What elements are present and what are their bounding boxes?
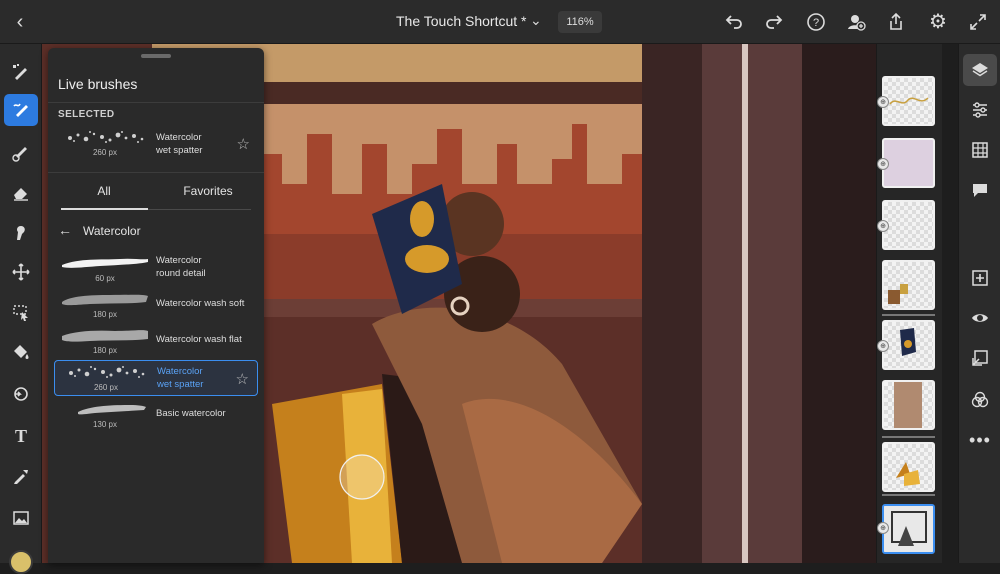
favorite-star-icon[interactable]: ☆ [237, 135, 250, 153]
brush-item[interactable]: 180 px Watercolor wash soft [54, 288, 258, 324]
layer-thumbnail[interactable] [882, 380, 935, 430]
fill-icon[interactable] [4, 336, 38, 368]
brush-item-selected[interactable]: 260 px Watercolor wet spatter ☆ [54, 360, 258, 396]
selection-icon[interactable] [4, 296, 38, 328]
brush-size: 260 px [93, 383, 119, 392]
selected-section-label: SELECTED [58, 109, 115, 120]
undo-icon[interactable] [722, 10, 746, 34]
brush-name-line1: Basic watercolor [156, 408, 226, 419]
brush-stroke-preview [78, 405, 146, 415]
document-title[interactable]: The Touch Shortcut * [396, 13, 526, 29]
spatter-stroke-preview [69, 366, 145, 378]
brush-size: 180 px [92, 310, 118, 319]
liquify-icon[interactable] [4, 378, 38, 410]
selected-brush[interactable]: 260 px Watercolor wet spatter ☆ [54, 126, 258, 162]
layer-thumbnail[interactable] [882, 76, 935, 126]
brush-stroke-preview [62, 330, 148, 342]
brush-name-line1: Watercolor [156, 255, 202, 266]
layer-preview [900, 328, 916, 356]
panel-grabber[interactable] [141, 54, 171, 58]
vector-brush-icon[interactable] [4, 136, 38, 168]
share-icon[interactable] [884, 10, 908, 34]
layer-preview [888, 284, 908, 304]
layer-thumbnail[interactable] [882, 320, 935, 370]
layer-preview [889, 97, 929, 105]
category-title: Watercolor [83, 224, 141, 238]
layer-preview [884, 506, 933, 552]
brush-name-line1: Watercolor wash soft [156, 298, 245, 309]
brush-name-line2: wet spatter [156, 145, 203, 156]
smudge-icon[interactable] [4, 216, 38, 248]
panel-title: Live brushes [58, 76, 138, 92]
layer-group-separator [882, 314, 935, 316]
brush-size: 60 px [95, 274, 115, 283]
brush-size: 130 px [92, 420, 118, 429]
layer-group-separator [882, 436, 935, 438]
top-bar: ‹ The Touch Shortcut * ⌄ 116% ? ⚙ [0, 0, 1000, 44]
visibility-icon[interactable] [963, 302, 997, 334]
tab-all[interactable]: All [54, 184, 154, 198]
fullscreen-icon[interactable] [966, 10, 990, 34]
left-toolbar: T [0, 44, 42, 574]
pixel-brush-icon[interactable] [4, 56, 38, 88]
layers-icon[interactable] [963, 54, 997, 86]
brush-item[interactable]: 60 px Watercolor round detail [54, 252, 258, 288]
favorite-star-icon[interactable]: ☆ [236, 370, 249, 388]
layer-link-icon[interactable]: ⊕ [877, 340, 889, 352]
brush-size: 180 px [92, 346, 118, 355]
zoom-level[interactable]: 116% [558, 11, 602, 33]
help-icon[interactable]: ? [804, 10, 828, 34]
eraser-icon[interactable] [4, 176, 38, 208]
right-toolbar: ••• [958, 44, 1000, 563]
current-color-swatch[interactable] [9, 550, 33, 574]
redo-icon[interactable] [762, 10, 786, 34]
layer-preview [894, 382, 922, 428]
eyedropper-icon[interactable] [4, 460, 38, 492]
layer-properties-icon[interactable] [963, 94, 997, 126]
spatter-stroke-preview [68, 131, 144, 143]
invite-icon[interactable] [844, 10, 868, 34]
layer-link-icon[interactable]: ⊕ [877, 522, 889, 534]
layer-link-icon[interactable]: ⊕ [877, 96, 889, 108]
layer-thumbnail[interactable] [882, 200, 935, 250]
divider [48, 172, 264, 173]
active-tab-indicator [61, 208, 148, 210]
layer-thumbnail-active[interactable] [882, 504, 935, 554]
blend-icon[interactable] [963, 384, 997, 416]
layer-link-icon[interactable]: ⊕ [877, 220, 889, 232]
live-brushes-panel: Live brushes SELECTED 260 px Watercolor … [48, 48, 264, 563]
layers-panel: ⊕ ⊕ ⊕ ⊕ ⊕ [876, 44, 942, 563]
back-icon[interactable]: ‹ [8, 10, 32, 34]
layer-preview [896, 462, 920, 486]
comments-icon[interactable] [963, 174, 997, 206]
layer-thumbnail[interactable] [882, 260, 935, 310]
add-layer-icon[interactable] [963, 262, 997, 294]
brush-stroke-preview [62, 294, 148, 306]
more-icon[interactable]: ••• [963, 424, 997, 456]
svg-text:?: ? [813, 17, 819, 29]
brush-name-line1: Watercolor [156, 132, 202, 143]
type-icon[interactable]: T [4, 420, 38, 452]
back-arrow-icon[interactable]: ← [58, 222, 72, 238]
brush-item[interactable]: 180 px Watercolor wash flat [54, 324, 258, 360]
layer-group-separator [882, 494, 935, 496]
live-brush-icon[interactable] [4, 94, 38, 126]
tab-favorites[interactable]: Favorites [158, 184, 258, 198]
brush-size: 260 px [92, 148, 118, 157]
brush-name-line1: Watercolor wash flat [156, 334, 242, 345]
image-icon[interactable] [4, 502, 38, 534]
layer-thumbnail[interactable] [882, 442, 935, 492]
grid-icon[interactable] [963, 134, 997, 166]
settings-icon[interactable]: ⚙ [926, 10, 950, 34]
transform-icon[interactable] [4, 256, 38, 288]
import-icon[interactable] [963, 342, 997, 374]
chevron-down-icon[interactable]: ⌄ [530, 12, 542, 29]
layer-thumbnail[interactable] [882, 138, 935, 188]
brush-name-line2: round detail [156, 268, 206, 279]
brush-item[interactable]: 130 px Basic watercolor [54, 398, 258, 434]
divider [48, 102, 264, 103]
layer-link-icon[interactable]: ⊕ [877, 158, 889, 170]
brush-stroke-preview [62, 258, 148, 268]
